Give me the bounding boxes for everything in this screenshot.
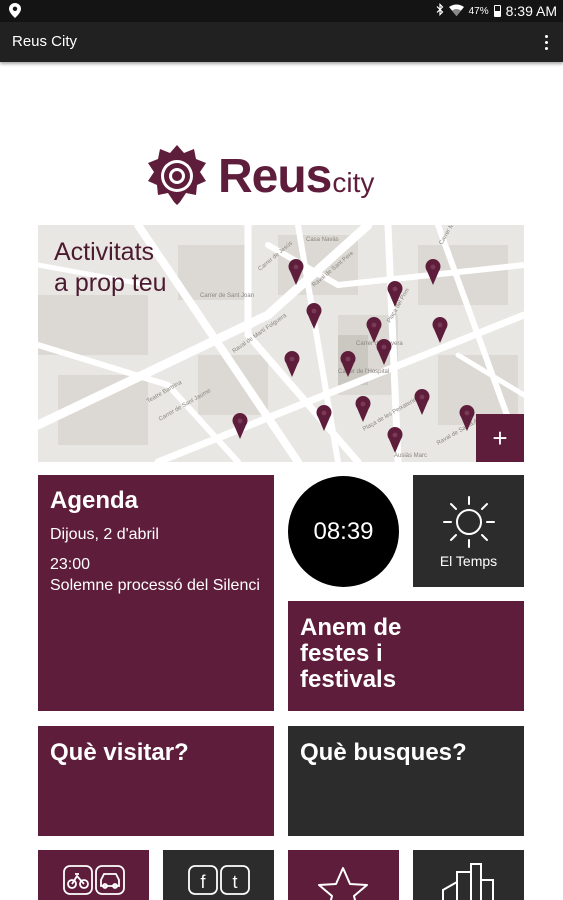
festivals-line1: Anem de [300, 614, 402, 641]
map-pin-icon[interactable] [306, 303, 322, 329]
svg-text:t: t [232, 872, 237, 892]
map-pin-icon[interactable] [414, 389, 430, 415]
svg-text:f: f [200, 872, 206, 892]
map-title-line1: Activitats [54, 238, 155, 266]
battery-icon [493, 5, 501, 17]
map-street-label: Plaça de les Peixateries [362, 396, 420, 433]
rose-emblem-icon [148, 145, 206, 205]
wifi-icon [448, 4, 464, 19]
what-are-you-looking-for-tile[interactable]: Què busques? [288, 726, 524, 836]
agenda-event-title: Solemne processó del Silenci [50, 577, 260, 594]
social-media-icon: f t [188, 865, 250, 895]
logo-brand-text: Reus [218, 149, 332, 203]
favorites-tile[interactable] [288, 850, 399, 900]
transport-tile[interactable] [38, 850, 149, 900]
search-tile-title: Què busques? [300, 739, 467, 766]
social-media-tile[interactable]: f t [163, 850, 274, 900]
sun-icon [442, 496, 495, 548]
city-buildings-icon [442, 863, 494, 900]
map-pin-icon[interactable] [232, 413, 248, 439]
status-time: 8:39 AM [505, 3, 557, 19]
festivals-tile[interactable]: Anem de festes i festivals [288, 601, 524, 711]
map-pin-icon[interactable] [432, 317, 448, 343]
nearby-activities-map[interactable]: Casa Navàs Carrer de Jesús Raval de Sant P… [38, 225, 524, 462]
festivals-line2: festes i [300, 640, 383, 667]
festivals-line3: festivals [300, 666, 397, 693]
agenda-tile[interactable]: Agenda Dijous, 2 d'abril 23:00 Solemne p… [38, 475, 274, 711]
map-title-line2: a prop teu [54, 269, 167, 297]
status-bar: 47% 8:39 AM [0, 0, 563, 22]
what-to-visit-title: Què visitar? [50, 739, 189, 766]
clock-widget: 08:39 [288, 476, 399, 587]
battery-percent: 47% [468, 5, 489, 17]
weather-tile[interactable]: El Temps [413, 475, 524, 587]
star-icon [318, 867, 368, 900]
logo-suffix-text: city [332, 167, 375, 198]
action-bar: Reus City [0, 22, 563, 62]
transport-icon [63, 865, 125, 895]
overflow-menu-icon[interactable] [539, 31, 553, 53]
app-screen: 47% 8:39 AM Reus City Reus city Casa Nav… [0, 0, 563, 900]
agenda-date: Dijous, 2 d'abril [50, 526, 159, 543]
agenda-event-time: 23:00 [50, 556, 91, 573]
map-title: Activitats a prop teu [54, 237, 214, 299]
map-street-label: Ausiàs Marc [394, 453, 427, 459]
map-add-button[interactable]: + [476, 414, 524, 462]
bluetooth-icon [436, 3, 444, 19]
weather-label: El Temps [439, 553, 498, 569]
map-pin-icon[interactable] [284, 351, 300, 377]
city-info-tile[interactable] [413, 850, 524, 900]
app-title: Reus City [12, 33, 78, 50]
agenda-title: Agenda [50, 487, 139, 514]
app-logo: Reus city [144, 143, 424, 209]
map-street-label: Casa Navàs [306, 237, 339, 243]
what-to-visit-tile[interactable]: Què visitar? [38, 726, 274, 836]
map-pin-icon[interactable] [355, 396, 371, 422]
location-pin-icon [9, 3, 21, 21]
